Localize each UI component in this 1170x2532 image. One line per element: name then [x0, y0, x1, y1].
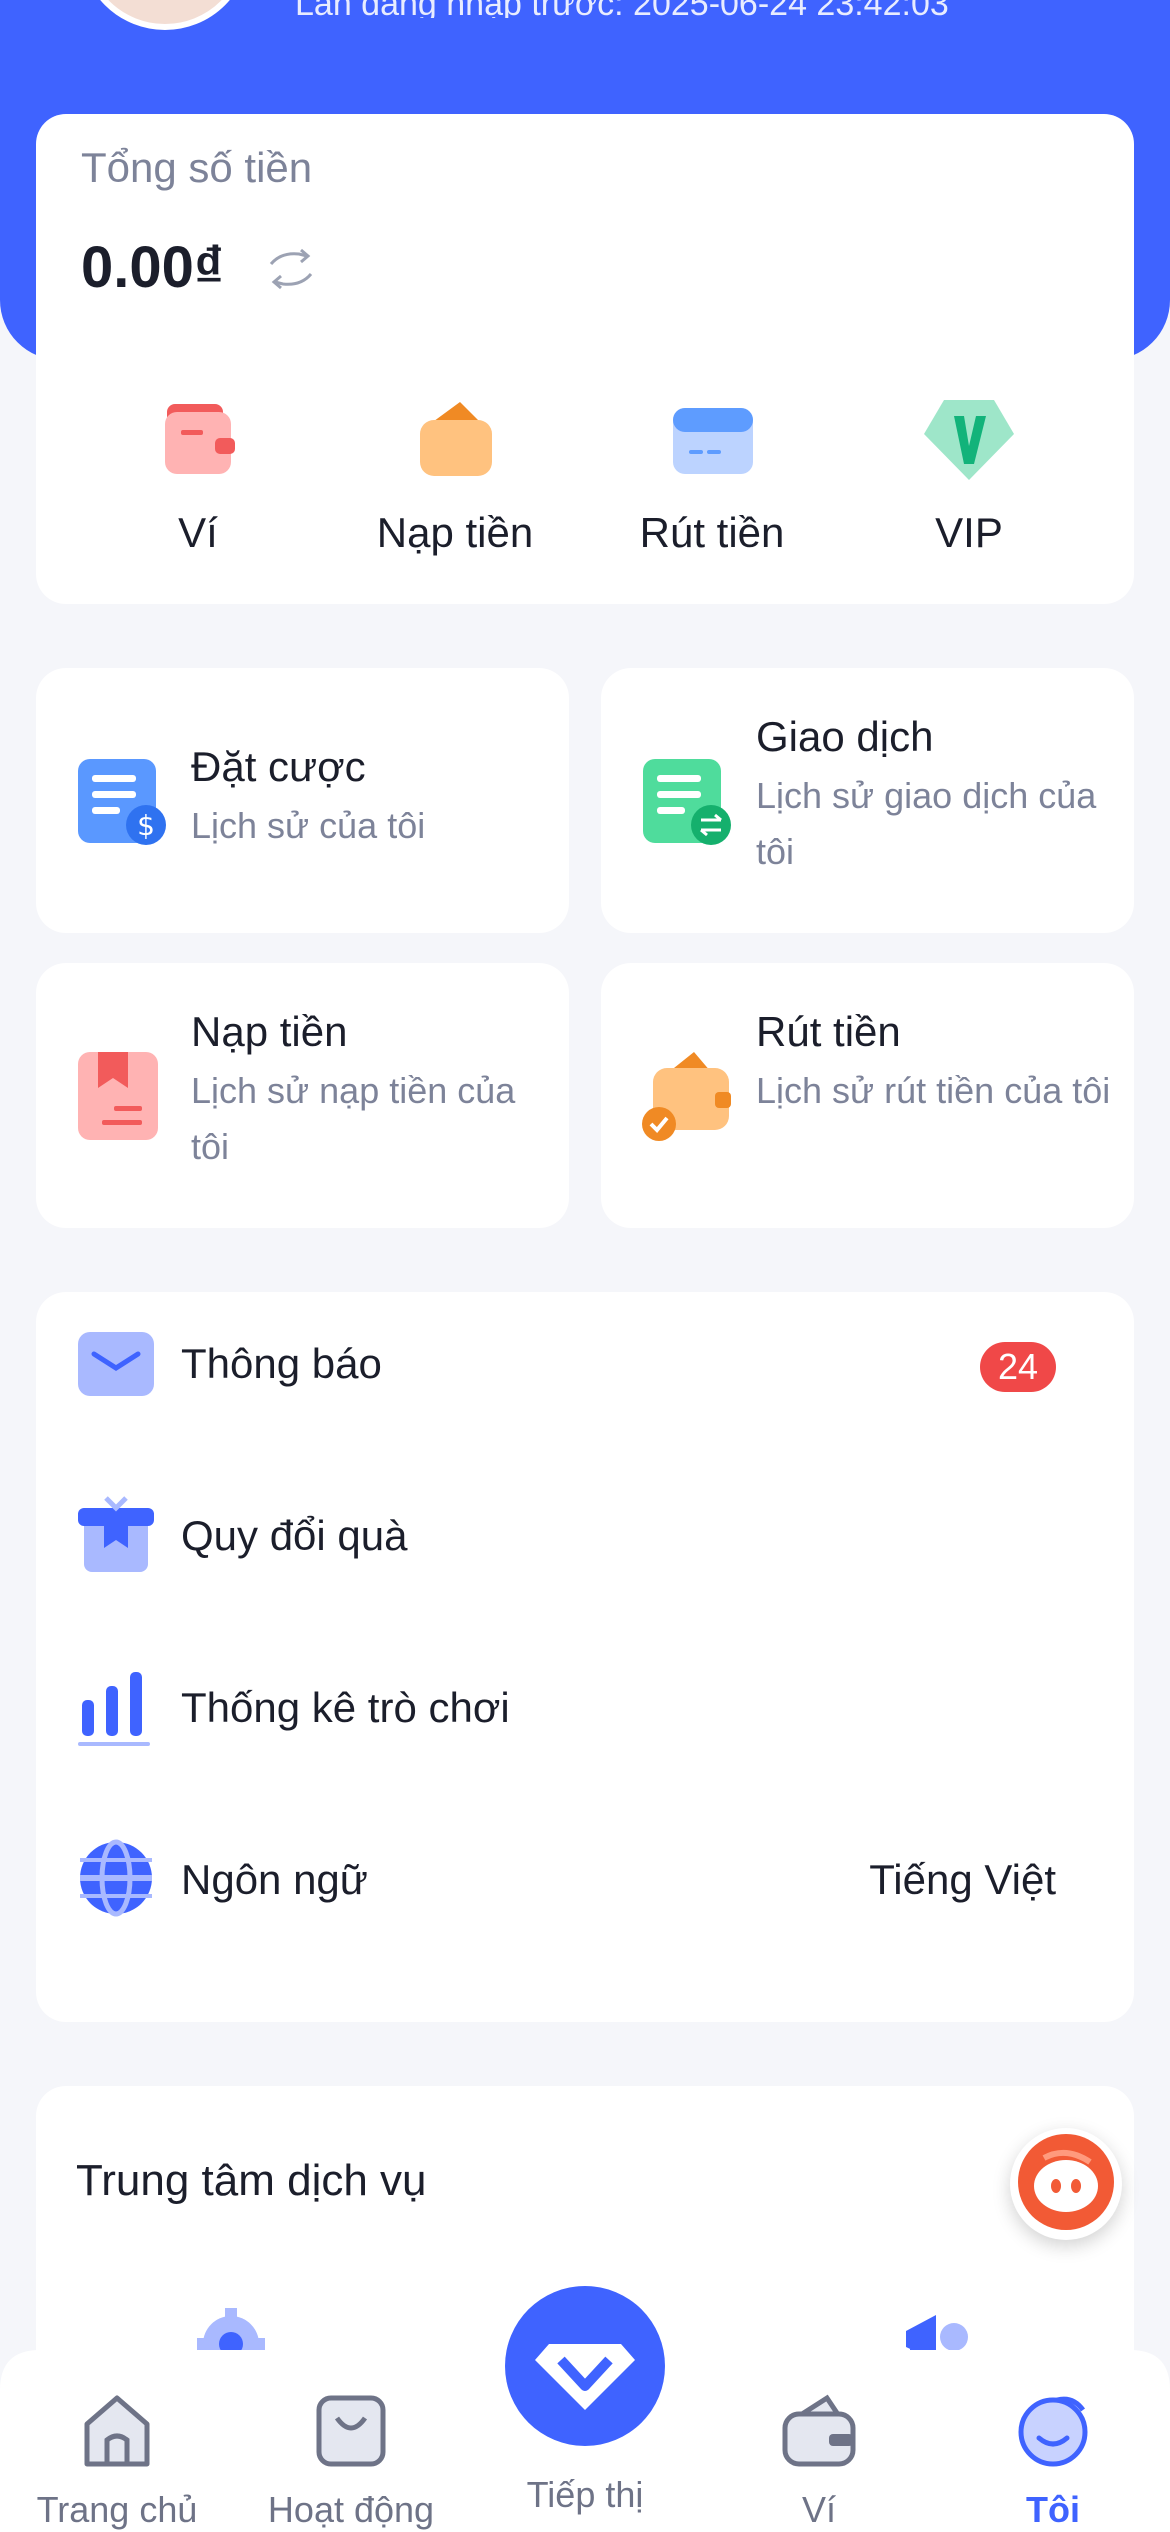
refresh-icon[interactable]	[261, 244, 321, 294]
tab-wallet-label: Ví	[801, 2489, 836, 2530]
withdraw-history-title: Rút tiền	[756, 1008, 901, 1055]
user-face-icon	[1018, 2396, 1088, 2467]
withdraw-history-subtitle: Lịch sử rút tiền của tôi	[756, 1070, 1111, 1111]
bet-history-title: Đặt cược	[191, 743, 366, 790]
home-icon	[84, 2395, 150, 2467]
withdraw-wallet-icon	[642, 1052, 731, 1141]
quick-vip[interactable]: VIP	[854, 394, 1084, 564]
menu-item-language[interactable]: Ngôn ngữ Tiếng Việt	[36, 1808, 1134, 1928]
tab-activity-label: Hoạt động	[267, 2489, 435, 2530]
bet-history-subtitle: Lịch sử của tôi	[191, 805, 426, 846]
last-login-text: Lần đăng nhập trước: 2025-06-24 23:42:03	[295, 0, 1115, 18]
menu-item-notifications[interactable]: Thông báo 24	[36, 1292, 1134, 1412]
tab-home-label: Trang chủ	[36, 2489, 198, 2530]
balance-value: 0.00₫	[81, 235, 224, 300]
transaction-doc-icon	[643, 759, 731, 845]
quick-deposit[interactable]: Nạp tiền	[340, 394, 570, 564]
settings-menu: Thông báo 24 Quy đổi quà Thống kê trò ch…	[36, 1292, 1134, 2022]
bet-history-card[interactable]: $ Đặt cược Lịch sử của tôi	[36, 668, 569, 933]
bar-chart-icon	[78, 1672, 150, 1746]
tab-home[interactable]: Trang chủ	[2, 2390, 232, 2530]
withdraw-card-icon	[673, 408, 753, 474]
promo-center-button[interactable]	[505, 2286, 665, 2446]
notifications-label: Thông báo	[181, 1340, 382, 1387]
diamond-icon	[535, 2344, 635, 2410]
notification-count-badge: 24	[980, 1342, 1056, 1392]
language-label: Ngôn ngữ	[181, 1856, 368, 1903]
transaction-history-subtitle: Lịch sử giao dịch của tôi	[756, 775, 1097, 872]
tab-promo-label[interactable]: Tiếp thị	[470, 2474, 700, 2516]
chat-bubble-icon	[1018, 2134, 1114, 2230]
tab-activity[interactable]: Hoạt động	[236, 2390, 466, 2530]
tab-me-label: Tôi	[1026, 2489, 1080, 2530]
vip-icon	[924, 400, 1014, 480]
quick-wallet-label: Ví	[178, 509, 218, 556]
menu-item-gift-exchange[interactable]: Quy đổi quà	[36, 1464, 1134, 1584]
transaction-history-card[interactable]: Giao dịch Lịch sử giao dịch của tôi	[601, 668, 1134, 933]
service-center-title: Trung tâm dịch vụ	[76, 2156, 427, 2205]
globe-icon	[80, 1839, 152, 1917]
quick-deposit-label: Nạp tiền	[376, 509, 534, 556]
withdraw-history-card[interactable]: Rút tiền Lịch sử rút tiền của tôi	[601, 963, 1134, 1228]
gift-icon	[78, 1496, 154, 1572]
wallet-icon	[165, 404, 235, 474]
balance-label: Tổng số tiền	[81, 144, 313, 191]
quick-vip-label: VIP	[935, 509, 1003, 556]
quick-wallet[interactable]: Ví	[83, 394, 313, 564]
transaction-history-title: Giao dịch	[756, 713, 934, 760]
gift-exchange-label: Quy đổi quà	[181, 1512, 408, 1559]
wallet-tab-icon	[782, 2394, 856, 2467]
deposit-history-subtitle: Lịch sử nạp tiền của tôi	[191, 1070, 516, 1167]
game-stats-label: Thống kê trò chơi	[181, 1684, 510, 1731]
menu-item-game-stats[interactable]: Thống kê trò chơi	[36, 1636, 1134, 1756]
language-value: Tiếng Việt	[869, 1856, 1056, 1903]
mail-icon	[78, 1332, 154, 1396]
shopping-bag-icon	[316, 2395, 386, 2467]
deposit-book-icon	[78, 1052, 158, 1140]
svg-text:$: $	[137, 809, 155, 842]
tab-wallet[interactable]: Ví	[704, 2390, 934, 2530]
deposit-icon	[420, 402, 492, 476]
support-chat-button[interactable]	[1010, 2128, 1122, 2240]
bet-doc-icon: $	[78, 759, 166, 845]
balance-card: Tổng số tiền 0.00₫ Ví Nạp tiền Rút tiền	[36, 114, 1134, 604]
tab-me[interactable]: Tôi	[938, 2390, 1168, 2530]
quick-withdraw[interactable]: Rút tiền	[597, 394, 827, 564]
deposit-history-card[interactable]: Nạp tiền Lịch sử nạp tiền của tôi	[36, 963, 569, 1228]
deposit-history-title: Nạp tiền	[191, 1008, 348, 1055]
quick-withdraw-label: Rút tiền	[639, 509, 785, 556]
